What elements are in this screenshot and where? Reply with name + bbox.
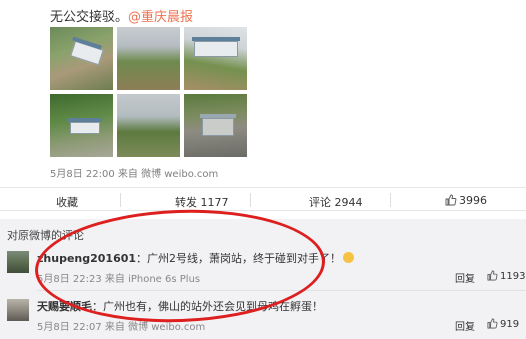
comment-like-count: 1193 — [500, 271, 526, 282]
reply-button[interactable]: 回复 — [455, 318, 475, 333]
comment-like-count: 919 — [500, 319, 520, 330]
avatar[interactable] — [7, 251, 29, 273]
favorite-button[interactable]: 收藏 — [56, 194, 78, 210]
comment-like-button[interactable]: 919 — [487, 318, 519, 330]
like-button[interactable]: 3996 — [445, 194, 487, 207]
divider — [37, 290, 526, 291]
avatar[interactable] — [7, 299, 29, 321]
divider — [120, 193, 121, 207]
reply-button[interactable]: 回复 — [455, 270, 475, 285]
comment-meta: 5月8日 22:23 来自 iPhone 6s Plus — [37, 274, 201, 285]
comments-section-title: 对原微博的评论 — [7, 229, 84, 242]
post-timestamp: 5月8日 22:00 来自 微博 weibo.com — [50, 169, 219, 180]
thumbs-up-icon — [487, 318, 498, 329]
photo-thumbnail-3[interactable] — [184, 27, 247, 90]
mention-link[interactable]: @重庆晨报 — [128, 10, 193, 25]
thumbs-up-icon — [487, 270, 498, 281]
photo-thumbnail-6[interactable] — [184, 94, 247, 157]
divider — [390, 193, 391, 207]
thumbs-up-icon — [445, 194, 457, 206]
photo-grid — [50, 27, 248, 157]
comment-like-button[interactable]: 1193 — [487, 270, 525, 282]
like-count: 3996 — [459, 194, 487, 207]
comment-button[interactable]: 评论 2944 — [309, 194, 363, 210]
comment-text: ：广州2号线，萧岗站，终于碰到对手了！ — [136, 252, 342, 265]
comment-line: zhupeng201601：广州2号线，萧岗站，终于碰到对手了！ — [37, 250, 355, 266]
comment-text: ：广州也有，佛山的站外还会见到母鸡在孵蛋！ — [92, 300, 323, 313]
comment-username[interactable]: zhupeng201601 — [37, 252, 136, 265]
photo-thumbnail-4[interactable] — [50, 94, 113, 157]
photo-thumbnail-2[interactable] — [117, 27, 180, 90]
comment-meta: 5月8日 22:07 来自 微博 weibo.com — [37, 322, 206, 333]
emoji-icon — [343, 252, 355, 263]
share-button[interactable]: 转发 1177 — [175, 194, 229, 210]
photo-thumbnail-5[interactable] — [117, 94, 180, 157]
post-text: 无公交接驳。@重庆晨报 — [50, 6, 193, 25]
post-body: 无公交接驳。 — [50, 10, 129, 25]
photo-thumbnail-1[interactable] — [50, 27, 113, 90]
comment-line: 天赐要顺毛：广州也有，佛山的站外还会见到母鸡在孵蛋！ — [37, 298, 323, 314]
divider — [250, 193, 251, 207]
comment-username[interactable]: 天赐要顺毛 — [37, 300, 92, 313]
action-bar: 收藏 转发 1177 评论 2944 3996 — [0, 187, 526, 211]
